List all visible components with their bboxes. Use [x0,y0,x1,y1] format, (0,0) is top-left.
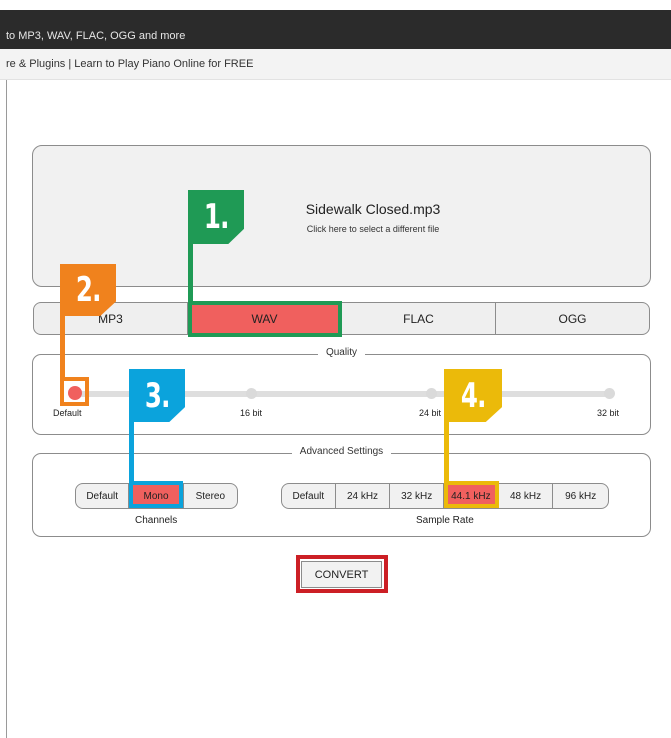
sample-rate-label: Sample Rate [416,515,474,526]
quality-label-default: Default [53,408,82,418]
quality-label-24bit: 24 bit [419,408,442,418]
quality-stop-32bit[interactable] [604,388,615,399]
callout-2-number: 2. [75,270,102,310]
callout-3-connector [129,418,134,484]
quality-legend: Quality [317,347,366,358]
rate-option-48khz[interactable]: 48 kHz [499,484,554,508]
file-select-area[interactable]: Sidewalk Closed.mp3 Click here to select… [32,145,651,287]
callout-1-number: 1. [203,197,230,237]
advanced-settings-group: Advanced Settings Default Mono Stereo Ch… [32,446,651,537]
callout-4-highlight [444,481,499,508]
window-titlebar: to MP3, WAV, FLAC, OGG and more [0,10,671,49]
callout-3-highlight [129,481,183,508]
callout-4-number: 4. [460,375,487,416]
callout-4-connector [444,418,449,484]
file-name: Sidewalk Closed.mp3 [305,201,441,217]
format-option-flac[interactable]: FLAC [342,303,496,334]
advanced-legend: Advanced Settings [291,446,392,457]
callout-2-badge: 2. [60,264,116,316]
callout-2-connector [60,312,65,380]
quality-label-32bit: 32 bit [597,408,620,418]
channels-label: Channels [135,515,178,526]
quality-stop-16bit[interactable] [246,388,257,399]
channel-option-stereo[interactable]: Stereo [184,484,237,508]
quality-stop-24bit[interactable] [426,388,437,399]
rate-option-24khz[interactable]: 24 kHz [336,484,391,508]
links-bar: re & Plugins | Learn to Play Piano Onlin… [0,49,671,80]
quality-group: Quality Default 16 bit 24 bit 32 bit [32,347,651,435]
callout-1-highlight [188,301,342,337]
callout-1-badge: 1. [188,190,244,244]
channel-option-default[interactable]: Default [76,484,130,508]
callout-4-badge: 4. [444,369,502,422]
quality-label-16bit: 16 bit [240,408,263,418]
callout-3-number: 3. [144,375,171,416]
convert-highlight [296,555,388,593]
window-title: to MP3, WAV, FLAC, OGG and more [6,30,186,42]
rate-option-96khz[interactable]: 96 kHz [553,484,608,508]
rate-option-32khz[interactable]: 32 kHz [390,484,445,508]
callout-3-badge: 3. [129,369,185,422]
page-divider [6,80,7,738]
rate-option-default[interactable]: Default [282,484,336,508]
file-hint: Click here to select a different file [306,224,440,234]
links-text[interactable]: re & Plugins | Learn to Play Piano Onlin… [6,58,253,70]
callout-1-connector [188,240,193,302]
format-option-ogg[interactable]: OGG [496,303,649,334]
callout-2-highlight [60,377,89,406]
format-option-mp3[interactable]: MP3 [34,303,188,334]
